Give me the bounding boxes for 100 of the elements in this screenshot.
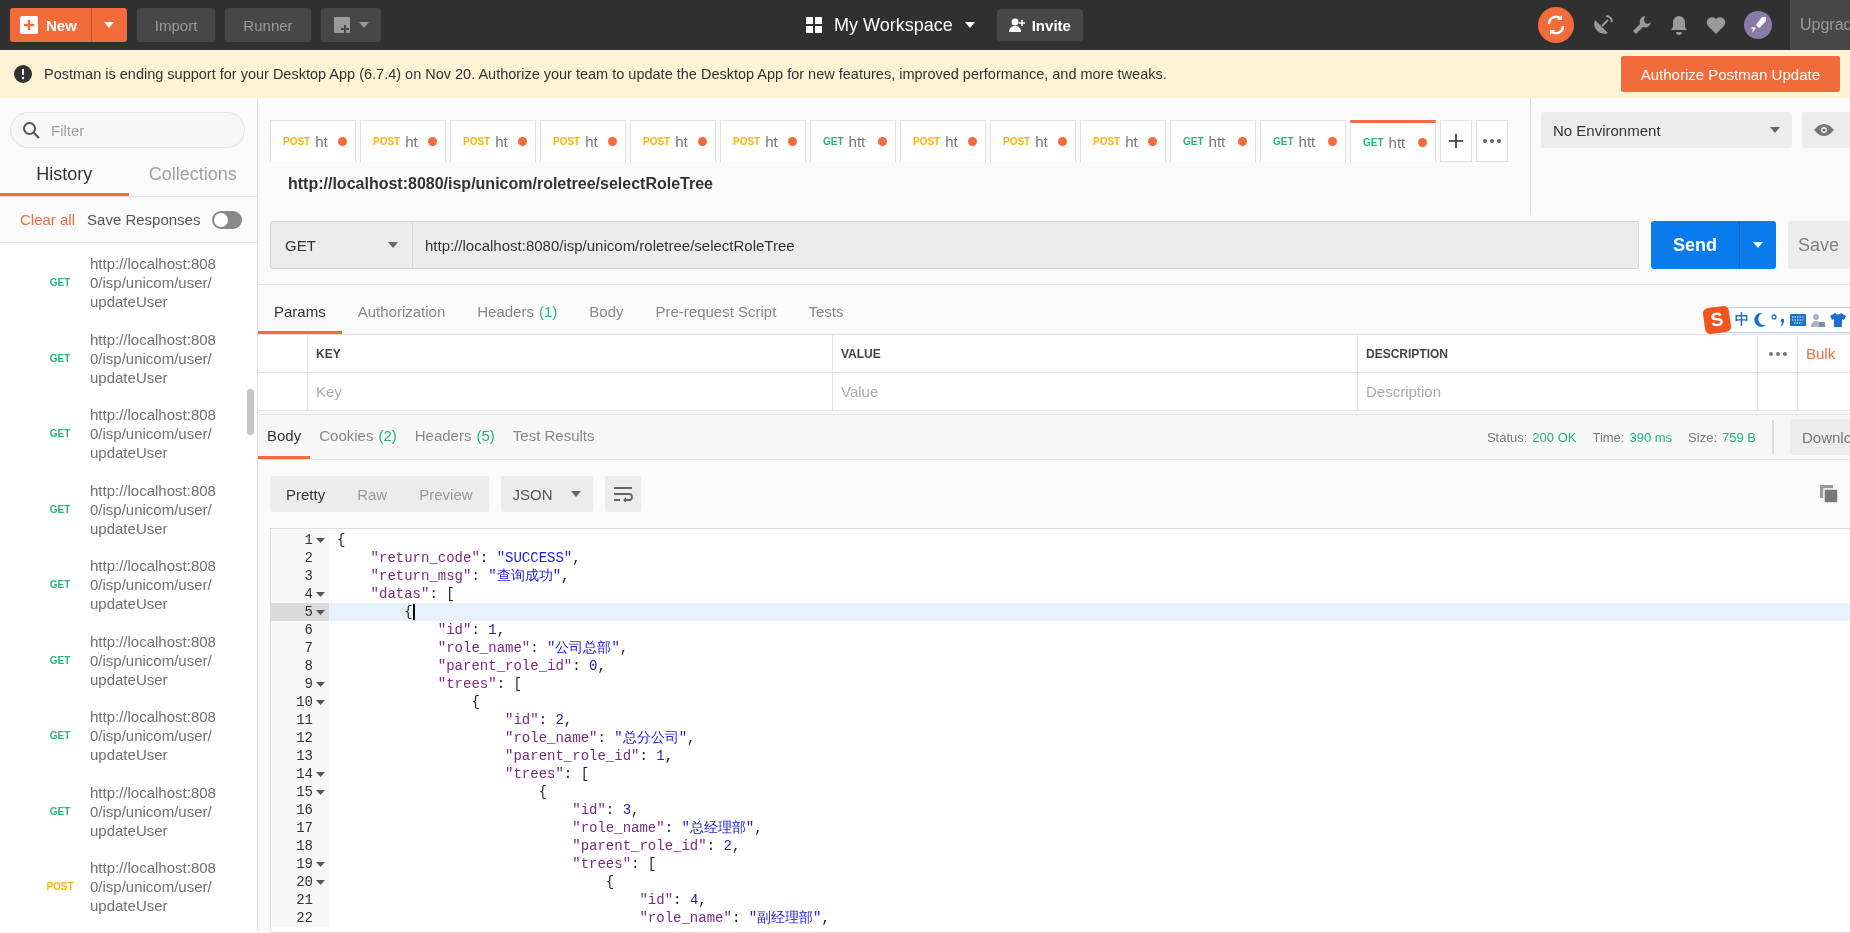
history-url[interactable]: http://localhost:808 0/isp/unicom/user/ updateUser	[90, 405, 216, 463]
fold-caret-icon[interactable]	[316, 537, 325, 543]
request-section-tab[interactable]: Tests	[792, 292, 860, 334]
more-tabs-button[interactable]	[1476, 120, 1508, 162]
request-tab[interactable]: POST ht	[900, 120, 986, 162]
scrollbar-thumb[interactable]	[247, 389, 254, 435]
history-url[interactable]: http://localhost:808 0/isp/unicom/user/ updateUser	[90, 858, 216, 916]
line-number: 4	[304, 586, 313, 602]
request-tab[interactable]: POST ht	[540, 120, 626, 162]
code-line: {	[604, 874, 615, 890]
fold-caret-icon[interactable]	[316, 789, 325, 795]
line-number: 5	[304, 604, 313, 620]
request-tab[interactable]: POST ht	[270, 120, 356, 162]
request-section-tab[interactable]: Body	[573, 292, 640, 334]
history-url[interactable]: http://localhost:808 0/isp/unicom/user/ updateUser	[90, 329, 216, 387]
request-tab[interactable]: GET htt	[810, 120, 896, 162]
view-mode-tab[interactable]: Preview	[403, 476, 489, 512]
shirt-icon[interactable]	[1830, 313, 1846, 327]
environment-select[interactable]: No Environment	[1541, 112, 1792, 148]
request-tab[interactable]: POST ht	[720, 120, 806, 162]
history-url[interactable]: http://localhost:808 0/isp/unicom/user/ updateUser	[90, 631, 216, 689]
fold-caret-icon[interactable]	[316, 879, 325, 885]
wrap-icon	[612, 486, 633, 502]
search-icon	[22, 121, 40, 139]
format-select[interactable]: JSON	[500, 476, 593, 512]
response-tab[interactable]: Body	[258, 415, 311, 459]
method-label: GET	[49, 730, 71, 742]
invite-button[interactable]: Invite	[996, 9, 1083, 41]
history-url[interactable]: http://localhost:808 0/isp/unicom/user/ updateUser	[90, 254, 216, 312]
request-section-tab[interactable]: Pre-request Script	[639, 292, 793, 334]
new-tab-button[interactable]	[1440, 120, 1472, 162]
history-url[interactable]: http://localhost:808 0/isp/unicom/user/ updateUser	[90, 556, 216, 614]
code-line: "return_msg": "查询成功",	[369, 567, 570, 585]
request-tab[interactable]: POST ht	[1080, 120, 1166, 162]
request-tab[interactable]: POST ht	[360, 120, 446, 162]
workspace-menu[interactable]: My Workspace	[800, 13, 981, 37]
fold-caret-icon[interactable]	[316, 771, 325, 777]
fold-caret-icon[interactable]	[316, 699, 325, 705]
sidebar-tab[interactable]: History	[0, 156, 129, 196]
send-button[interactable]: Send	[1651, 221, 1776, 269]
avatar-icon[interactable]	[1744, 11, 1772, 39]
bell-icon[interactable]	[1670, 15, 1688, 35]
sidebar-tab[interactable]: Collections	[128, 156, 257, 196]
wrench-icon[interactable]	[1632, 15, 1652, 35]
request-tab[interactable]: POST ht	[630, 120, 716, 162]
request-tab[interactable]: GET htt	[1350, 120, 1436, 162]
history-url[interactable]: http://localhost:808 0/isp/unicom/user/ updateUser	[90, 782, 216, 840]
clear-all-link[interactable]: Clear all	[20, 211, 76, 228]
caret-icon	[1769, 127, 1780, 133]
code-line: "role_name": "公司总部",	[436, 639, 629, 657]
moon-icon[interactable]	[1754, 313, 1766, 327]
method-select[interactable]: GET	[270, 221, 413, 269]
filter-field[interactable]: Filter	[10, 112, 245, 148]
code-line: "return_code": "SUCCESS",	[369, 550, 581, 566]
request-tab[interactable]: GET htt	[1260, 120, 1346, 162]
new-button[interactable]: New	[10, 8, 127, 42]
banner-message: Postman is ending support for your Desktop App (6.7.4) on Nov 20. Authorize your team to update the Desktop App for new features, improved performance, and more tweaks.	[44, 66, 1167, 82]
ime-mode[interactable]: 中	[1735, 311, 1749, 329]
environment-quick-look-button[interactable]	[1801, 112, 1850, 148]
view-mode-tab[interactable]: Raw	[341, 476, 404, 512]
request-section-tab[interactable]: Headers (1)	[461, 292, 574, 334]
save-responses-toggle[interactable]	[212, 210, 243, 229]
param-field[interactable]: Value	[833, 373, 1357, 410]
runner-button[interactable]: Runner	[225, 8, 311, 42]
param-field[interactable]: Key	[308, 373, 832, 410]
line-number: 19	[296, 856, 313, 872]
param-field[interactable]: Description	[1358, 373, 1757, 410]
request-tab[interactable]: GET htt	[1170, 120, 1256, 162]
request-section-tab[interactable]: Authorization	[341, 292, 462, 334]
fold-caret-icon[interactable]	[316, 591, 325, 597]
heart-icon[interactable]	[1706, 16, 1726, 34]
response-tab[interactable]: Cookies (2)	[310, 415, 406, 459]
request-tab[interactable]: POST ht	[450, 120, 536, 162]
method-label: GET	[49, 428, 71, 440]
url-field[interactable]: http://localhost:8080/isp/unicom/roletree/selectRoleTree	[413, 221, 1639, 269]
copy-icon[interactable]	[1820, 485, 1838, 503]
save-button[interactable]: Save	[1788, 221, 1850, 269]
history-url[interactable]: http://localhost:808 0/isp/unicom/user/ updateUser	[90, 707, 216, 765]
fold-caret-icon[interactable]	[316, 681, 325, 687]
response-tab[interactable]: Headers (5)	[405, 415, 504, 459]
ime-logo[interactable]: S	[1702, 305, 1732, 335]
column-header: DESCRIPTION	[1366, 346, 1448, 361]
satellite-icon[interactable]	[1592, 14, 1614, 36]
fold-caret-icon[interactable]	[316, 861, 325, 867]
fold-caret-icon[interactable]	[316, 609, 325, 615]
column-header: VALUE	[841, 346, 881, 361]
request-tab[interactable]: POST ht	[990, 120, 1076, 162]
more-icon[interactable]	[1768, 351, 1787, 356]
sync-icon[interactable]	[1538, 7, 1574, 43]
punctuation-icon[interactable]	[1771, 313, 1785, 327]
view-mode-tab[interactable]: Pretty	[270, 476, 342, 512]
bulk-edit-link[interactable]: Bulk	[1806, 345, 1836, 362]
authorize-button[interactable]: Authorize Postman Update	[1620, 56, 1840, 92]
wrap-button[interactable]	[604, 476, 641, 512]
response-tab[interactable]: Test Results	[503, 415, 604, 459]
user-lock-icon[interactable]	[1811, 313, 1825, 327]
method-label: GET	[49, 579, 71, 591]
history-url[interactable]: http://localhost:808 0/isp/unicom/user/ updateUser	[90, 480, 216, 538]
import-button[interactable]: Import	[136, 8, 216, 42]
new-window-button[interactable]	[320, 8, 381, 42]
